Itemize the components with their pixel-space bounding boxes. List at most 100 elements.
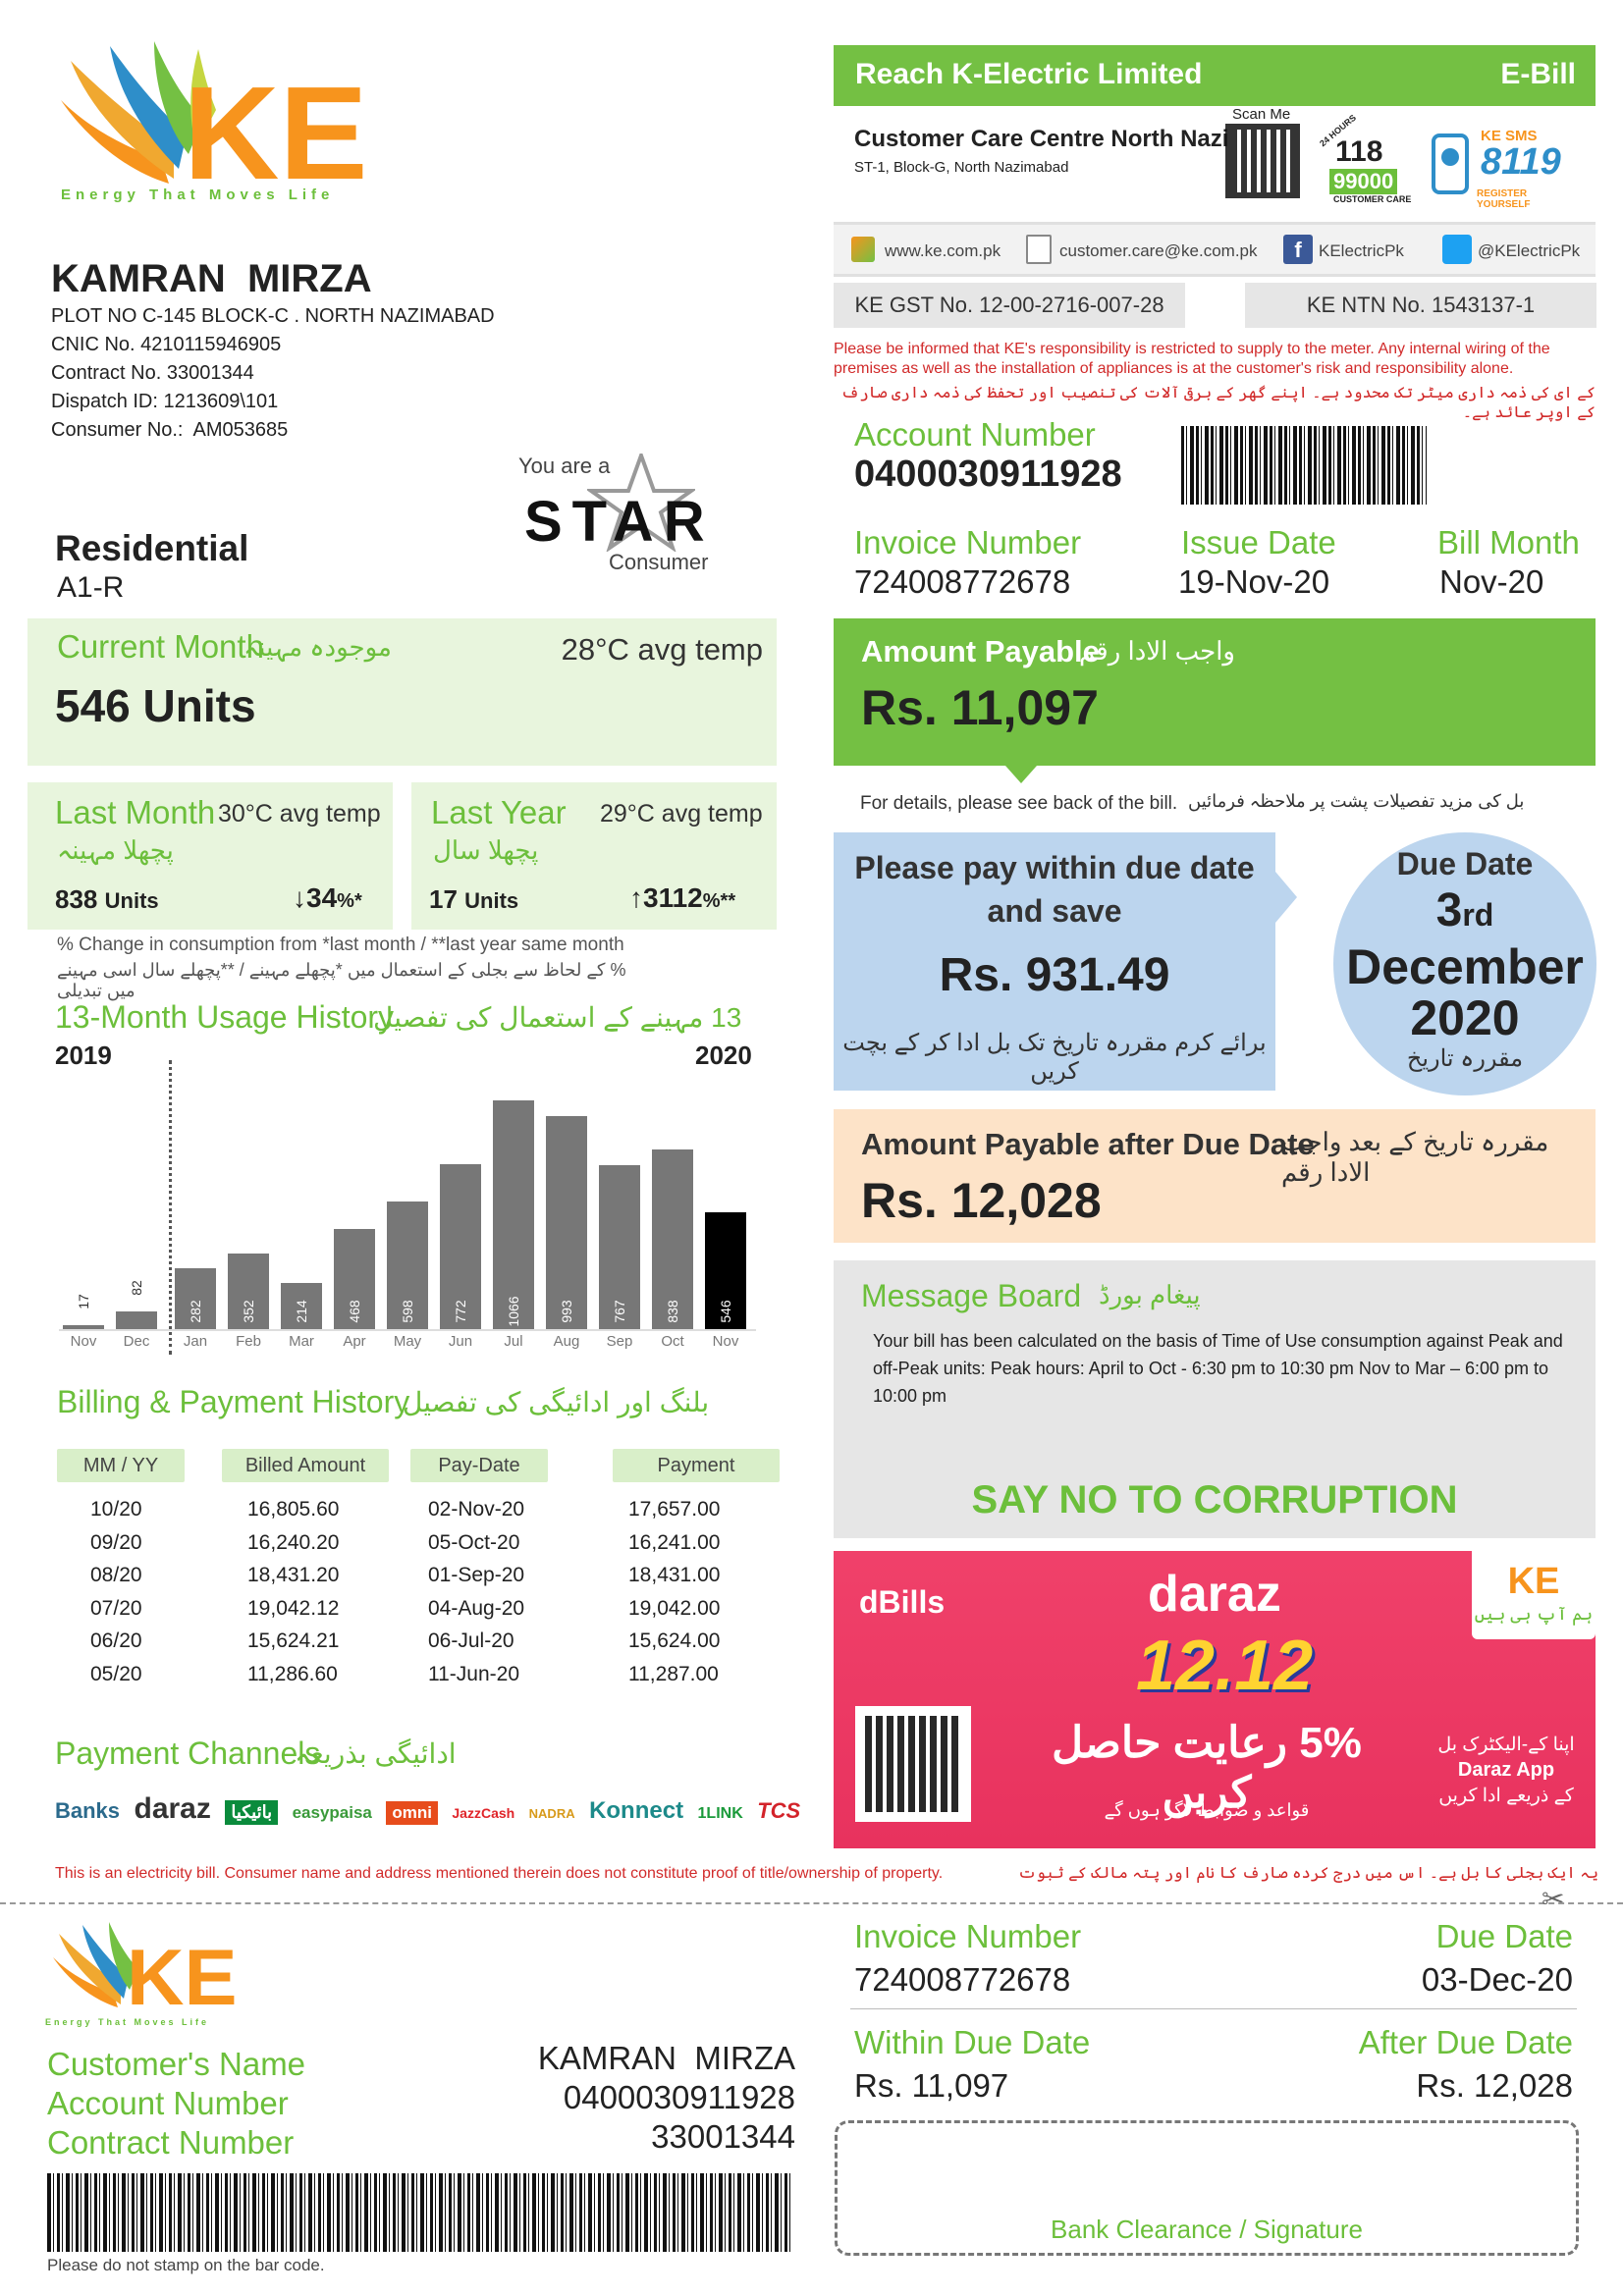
billing-cell: 10/20	[90, 1498, 142, 1521]
stub-contract: 33001344	[651, 2118, 795, 2155]
promo-qr-code[interactable]	[855, 1706, 971, 1822]
usage-bar: 1066	[493, 1100, 534, 1329]
stub-within: Rs. 11,097	[854, 2067, 1009, 2104]
billing-cell: 15,624.21	[247, 1629, 340, 1652]
channel-konnect: Konnect	[589, 1797, 684, 1824]
last-month-label-urdu: پچھلا مہینہ	[57, 835, 174, 865]
invoice-number: 724008772678	[854, 563, 1071, 600]
usage-bar-value: 352	[241, 1300, 256, 1323]
billing-cell: 18,431.20	[247, 1564, 340, 1586]
ebill-header: Reach K-Electric Limited E-Bill	[834, 45, 1596, 106]
stub-tagline: Energy That Moves Life	[45, 2017, 210, 2027]
bank-clearance-box[interactable]: Bank Clearance / Signature	[835, 2120, 1579, 2256]
dbills-logo: dBills	[859, 1584, 946, 1620]
due-date-month: December	[1346, 939, 1584, 994]
promo-right-urdu-1: اپنا کے-الیکٹرک بل	[1437, 1735, 1575, 1755]
billing-cell: 01-Sep-20	[428, 1564, 525, 1586]
last-month-temp: 30°C avg temp	[218, 800, 381, 828]
usage-bar: 17	[63, 1294, 104, 1329]
current-month-units: 546 Units	[55, 680, 256, 731]
usage-month-label: Apr	[343, 1333, 366, 1350]
stub-contract-label: Contract Number	[47, 2124, 295, 2161]
year-divider	[169, 1060, 172, 1355]
email-icon	[1026, 235, 1052, 264]
customer-care-address: ST-1, Block-G, North Nazimabad	[854, 159, 1069, 176]
disclaimer-urdu: یہ ایک بجلی کا بل ہے۔ اس میں درج کردہ صا…	[1013, 1865, 1598, 1882]
promo-terms-urdu: قواعد و ضوابط لاگو ہوں گے	[1104, 1800, 1310, 1820]
channel-jazzcash: JazzCash	[452, 1805, 515, 1821]
after-due-label-urdu: مقررہ تاریخ کے بعد واجب الادا رقم	[1281, 1127, 1549, 1187]
scan-qr-code[interactable]	[1225, 124, 1300, 198]
after-due-label: Amount Payable after Due Date	[861, 1127, 1315, 1161]
usage-bar: 772	[440, 1163, 481, 1329]
last-year-change: ↑3112%**	[629, 882, 735, 914]
twitter-icon	[1442, 235, 1472, 264]
current-month-temp: 28°C avg temp	[561, 632, 763, 667]
message-board-slogan: SAY NO TO CORRUPTION	[971, 1478, 1458, 1522]
details-note: For details, please see back of the bill…	[860, 793, 1178, 814]
payment-channels-logos: Banks daraz بائیکیا easypaisa omni JazzC…	[55, 1792, 801, 1842]
channel-1link: 1LINK	[697, 1805, 743, 1822]
usage-bar-value: 993	[559, 1300, 574, 1323]
usage-bar: 993	[546, 1116, 587, 1329]
last-year-panel: Last Year 29°C avg temp پچھلا سال 17 Uni…	[411, 782, 777, 930]
channel-omni: omni	[386, 1801, 438, 1825]
due-date-label: Due Date	[1396, 846, 1534, 881]
svg-text:KE: KE	[184, 59, 368, 188]
usage-bar-value: 767	[612, 1300, 627, 1323]
stub-name-label: Customer's Name	[47, 2046, 306, 2082]
star-consumer-word: Consumer	[609, 550, 709, 574]
usage-month-label: Jul	[504, 1333, 523, 1350]
sms-badge: KE SMS 8119 REGISTER YOURSELF	[1426, 124, 1573, 210]
last-year-units-label: Units	[464, 888, 519, 913]
promo-ke-badge: KE ہم آپ ہی ہیں	[1472, 1551, 1596, 1639]
channel-bykea: بائیکیا	[225, 1800, 279, 1825]
billing-row: 05/20 11,286.60 11-Jun-20 11,287.00	[57, 1663, 774, 1696]
due-day-suffix: rd	[1462, 897, 1494, 933]
channel-tcs: TCS	[757, 1798, 801, 1823]
web-link[interactable]: www.ke.com.pk	[885, 241, 1001, 261]
billing-cell: 06/20	[90, 1629, 142, 1652]
usage-bar-value: 468	[347, 1300, 362, 1323]
message-board-title: Message Board	[861, 1278, 1082, 1313]
helpline-118: 118	[1335, 135, 1383, 168]
billing-cell: 07/20	[90, 1596, 142, 1620]
daraz-promo-banner[interactable]: dBills daraz 12.12 5% رعایت حاصل کریں قو…	[834, 1551, 1596, 1848]
message-board-text: Your bill has been calculated on the bas…	[873, 1331, 1563, 1406]
issue-date-label: Issue Date	[1181, 524, 1336, 561]
usage-bar: 82	[116, 1280, 157, 1329]
change-note-urdu: % کے لحاظ سے بجلی کے استعمال میں *پچھلے …	[57, 960, 626, 1000]
stub-after: Rs. 12,028	[1416, 2067, 1573, 2104]
sms-register: REGISTER YOURSELF	[1477, 188, 1531, 210]
usage-bar-value: 282	[188, 1300, 203, 1323]
usage-month-label: Jun	[448, 1333, 473, 1350]
up-arrow-icon: ↑	[629, 882, 643, 913]
bill-month-label: Bill Month	[1437, 524, 1580, 561]
twitter-link[interactable]: @KElectricPk	[1478, 241, 1580, 261]
usage-bar: 282	[175, 1268, 216, 1329]
barcode-note: Please do not stamp on the bar code.	[47, 2256, 325, 2274]
due-date-year: 2020	[1410, 990, 1520, 1045]
usage-chart: 17 Nov 82 Dec 282 Jan 352 Feb 214 Mar 468 Apr 598 May…	[59, 1060, 766, 1355]
sms-number: 8119	[1481, 141, 1561, 183]
stub-after-label: After Due Date	[1358, 2024, 1573, 2060]
email-link[interactable]: customer.care@ke.com.pk	[1059, 241, 1258, 261]
billing-cell: 19,042.00	[628, 1596, 721, 1620]
last-month-units-value: 838	[55, 884, 98, 914]
last-month-change-value: 34	[306, 882, 338, 913]
customer-consumer-no: Consumer No.: AM053685	[51, 419, 289, 441]
current-month-label-urdu: موجودہ مہینہ	[243, 632, 392, 662]
billing-header-cell: Pay-Date	[410, 1449, 548, 1482]
stub-account: 0400030911928	[563, 2079, 795, 2115]
save-pointer	[1275, 872, 1297, 923]
usage-bar-value: 82	[129, 1280, 144, 1296]
channel-easypaisa: easypaisa	[292, 1803, 372, 1822]
stub-barcode	[47, 2173, 793, 2252]
stub-ke-feather-icon: KE	[53, 1922, 238, 2022]
amount-payable-value: Rs. 11,097	[861, 680, 1099, 735]
usage-bar-value: 1066	[506, 1296, 521, 1327]
usage-month-label: Mar	[289, 1333, 314, 1350]
amount-payable-panel: Amount Payable واجب الادا رقم Rs. 11,097	[834, 618, 1596, 766]
facebook-link[interactable]: KElectricPk	[1319, 241, 1404, 261]
after-due-value: Rs. 12,028	[861, 1173, 1102, 1228]
